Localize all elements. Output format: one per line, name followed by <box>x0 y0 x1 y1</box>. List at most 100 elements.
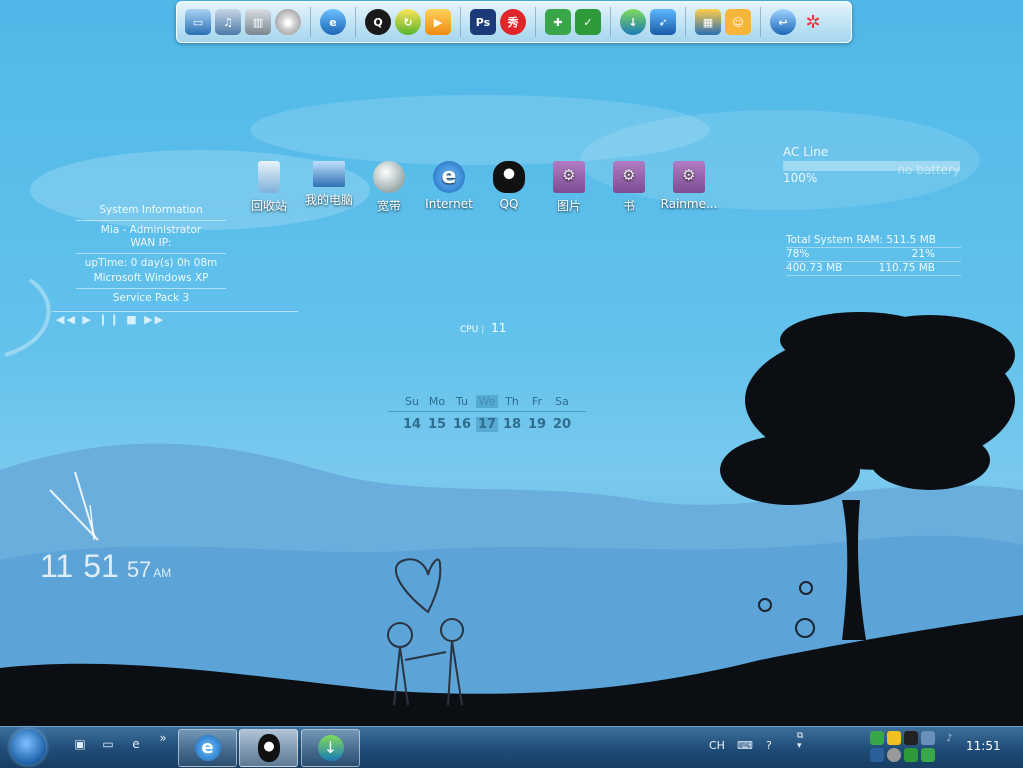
dock-separator <box>685 7 686 37</box>
dock-separator <box>310 7 311 37</box>
desktop-icon-qq[interactable]: QQ <box>478 161 540 211</box>
internet-explorer-icon[interactable]: e <box>320 9 346 35</box>
weekday: Sa <box>555 395 569 408</box>
date: 16 <box>452 417 472 432</box>
computer-icon[interactable]: ▭ <box>100 737 116 753</box>
date-today: 17 <box>476 417 498 432</box>
landscape-wallpaper <box>0 95 1023 767</box>
calendar-weekdays: Su Mo Tu We Th Fr Sa <box>398 395 576 408</box>
network-icon[interactable] <box>870 731 884 745</box>
weekday: Fr <box>531 395 543 408</box>
weekday: Tu <box>455 395 469 408</box>
dock-separator <box>610 7 611 37</box>
clock-minute: 51 <box>83 548 119 584</box>
media-divider <box>52 311 298 312</box>
download-icon[interactable]: ↓ <box>620 9 646 35</box>
volume-icon[interactable]: ♪ <box>946 733 952 744</box>
desktop-icon-broadband[interactable]: 宽带 <box>358 161 420 214</box>
sysinfo-wan: WAN IP: <box>130 237 172 249</box>
taskbar-clock[interactable]: 11:51 <box>966 739 1001 753</box>
calendar-dates: 14 15 16 17 18 19 20 <box>398 417 576 432</box>
battery-status: no battery <box>897 163 960 177</box>
restore-icon[interactable]: ⧉ ▾ <box>797 731 803 751</box>
desktop-icon-recycle-bin[interactable]: 回收站 <box>238 161 300 214</box>
language-indicator[interactable]: CH <box>709 739 725 752</box>
divider <box>388 411 586 412</box>
documents-icon[interactable]: ♫ <box>215 9 241 35</box>
shield-tray-icon[interactable] <box>904 747 918 762</box>
digital-clock: 11 51 57 AM <box>40 548 171 585</box>
ram-used-percent: 78% <box>786 248 810 260</box>
cartoon-icon[interactable]: ☺ <box>725 9 751 35</box>
back-arrow-icon[interactable]: ↩ <box>770 9 796 35</box>
calendar-widget: Su Mo Tu We Th Fr Sa 14 15 16 17 18 19 2… <box>388 395 586 432</box>
desktop-icon-internet[interactable]: e Internet <box>418 161 480 211</box>
monitor-tray-icon[interactable] <box>921 731 935 745</box>
clock-second: 57 <box>126 557 152 582</box>
desktop-icon-books[interactable]: 书 <box>598 161 660 214</box>
ie-quick-launch-icon[interactable]: e <box>128 737 144 753</box>
ie-icon: e <box>433 161 465 193</box>
film-icon[interactable]: ▦ <box>695 9 721 35</box>
disc-tray-icon[interactable] <box>887 747 901 762</box>
system-tray <box>870 731 940 763</box>
meitu-icon[interactable]: 秀 <box>500 9 526 35</box>
broadband-icon <box>373 161 405 193</box>
system-info-widget: System Information Mia - Administrator W… <box>76 203 226 306</box>
ram-used: 400.73 MB <box>786 262 843 274</box>
taskbar-button-ie[interactable]: e <box>178 729 237 767</box>
desktop-icon-label: 图片 <box>556 199 581 213</box>
date: 20 <box>552 417 572 432</box>
desktop-icon-my-computer[interactable]: 我的电脑 <box>298 161 360 208</box>
recycle-bin-icon <box>258 161 280 193</box>
divider <box>76 253 226 254</box>
sysinfo-title: System Information <box>99 204 203 216</box>
display-tray-icon[interactable] <box>870 747 884 762</box>
desktop-icon-label: Internet <box>425 197 473 211</box>
desktop-icon-rainmeter[interactable]: Rainme... <box>658 161 720 211</box>
media-controls[interactable]: ◀◀ ▶ ❙❙ ■ ▶▶ <box>56 313 165 326</box>
sysinfo-os: Microsoft Windows XP <box>93 272 209 284</box>
refresh-icon[interactable] <box>887 731 901 745</box>
more-chevron-icon[interactable]: » <box>155 731 171 747</box>
divider <box>76 288 226 289</box>
qq-icon[interactable]: Q <box>365 9 391 35</box>
show-desktop-icon[interactable]: ▣ <box>72 737 88 753</box>
clock-ampm: AM <box>153 566 172 580</box>
security-tray-icon[interactable] <box>921 747 935 762</box>
ram-total: Total System RAM: 511.5 MB <box>786 234 936 246</box>
date: 19 <box>527 417 547 432</box>
media-player-icon[interactable]: ▶ <box>425 9 451 35</box>
help-icon[interactable]: ? <box>766 739 772 752</box>
photoshop-icon[interactable]: Ps <box>470 9 496 35</box>
trash-icon[interactable]: ▥ <box>245 9 271 35</box>
shield-icon[interactable]: ✓ <box>575 9 601 35</box>
ram-free-percent: 21% <box>911 248 935 260</box>
desktop-icon-pictures[interactable]: 图片 <box>538 161 600 214</box>
disc-icon[interactable]: ◉ <box>275 9 301 35</box>
dock-separator <box>535 7 536 37</box>
keyboard-icon[interactable]: ⌨ <box>737 739 753 752</box>
monitor-icon[interactable]: ▭ <box>185 9 211 35</box>
top-dock: ▭ ♫ ▥ ◉ e Q ↻ ▶ Ps 秀 ✚ ✓ ↓ ➶ ▦ ☺ ↩ ✲ <box>176 1 852 43</box>
date: 15 <box>427 417 447 432</box>
ram-widget: Total System RAM: 511.5 MB 78% 21% 400.7… <box>786 234 961 276</box>
battery-widget: AC Line 100% no battery <box>783 145 960 185</box>
refresh-icon[interactable]: ↻ <box>395 9 421 35</box>
cpu-value: 11 <box>491 321 507 335</box>
dock-separator <box>460 7 461 37</box>
battery-percent: 100% <box>783 171 818 185</box>
ie-icon: e <box>194 735 221 761</box>
cpu-meter: CPU | 11 <box>460 321 507 335</box>
folder-icon <box>553 161 585 193</box>
taskbar-button-qq[interactable] <box>239 729 298 767</box>
start-button[interactable] <box>10 729 46 765</box>
pinwheel-icon[interactable]: ✲ <box>800 9 826 35</box>
folder-icon <box>673 161 705 193</box>
download-icon: ↓ <box>317 735 344 761</box>
security-plus-icon[interactable]: ✚ <box>545 9 571 35</box>
qq-tray-icon[interactable] <box>904 731 918 745</box>
weekday: Th <box>505 395 519 408</box>
bird-icon[interactable]: ➶ <box>650 9 676 35</box>
taskbar-button-download[interactable]: ↓ <box>301 729 360 767</box>
